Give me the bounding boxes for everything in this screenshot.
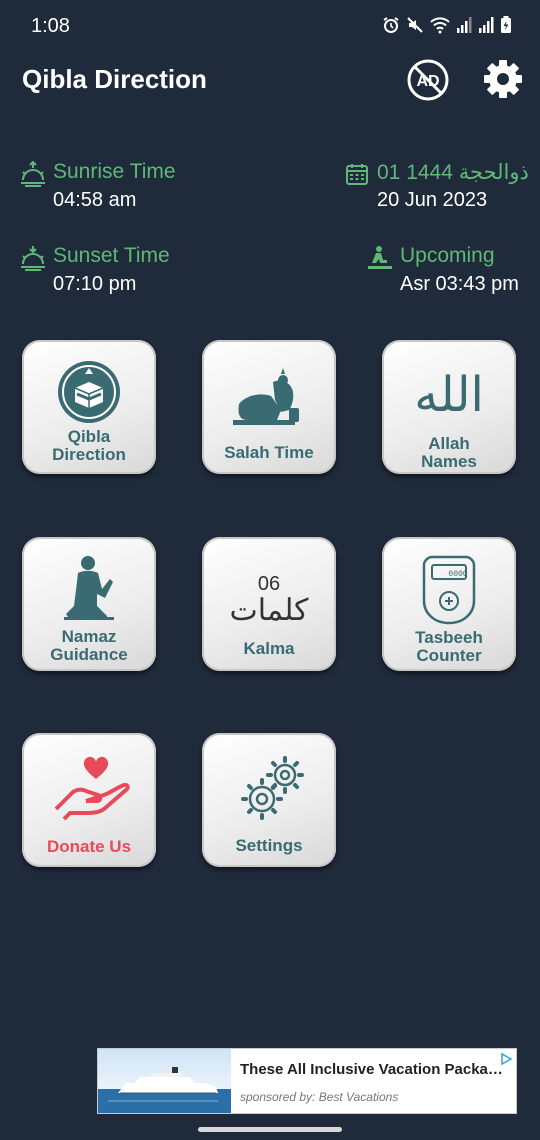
tasbeeh-counter-tile[interactable]: 0000 Tasbeeh Counter [382,537,516,671]
salah-time-label: Salah Time [224,443,314,462]
sunset-icon [21,246,45,271]
kaaba-icon [58,361,120,423]
alarm-icon [382,16,400,39]
prostration-icon [233,368,299,425]
settings-tile[interactable]: Settings [202,733,336,867]
sunrise-label: Sunrise Time [53,160,176,183]
ad-choices-icon[interactable] [499,1052,513,1066]
kalma-icon: کلمات [229,593,309,628]
upcoming-label: Upcoming [400,244,495,267]
donate-us-tile[interactable]: Donate Us [22,733,156,867]
tasbeeh-counter-icon: 0000 [422,555,476,625]
qibla-label-line2: Direction [52,445,126,464]
status-time: 1:08 [31,15,70,37]
home-indicator[interactable] [198,1127,342,1132]
allah-label-line2: Names [421,452,477,471]
tasbeeh-label-line1: Tasbeeh [415,628,483,647]
gear-icon [484,60,522,98]
hijri-date-label: 01 ذوالحجة 1444 [377,161,529,184]
page-title: Qibla Direction [22,64,207,94]
sunrise-icon [21,160,45,187]
cruise-ship-image [98,1049,231,1113]
settings-button[interactable] [482,58,524,100]
gregorian-date: 20 Jun 2023 [377,189,488,211]
gears-icon [241,756,304,820]
kalma-tile[interactable]: 06 کلمات Kalma [202,537,336,671]
qibla-direction-tile[interactable]: Qibla Direction [22,340,156,474]
settings-tile-label: Settings [235,836,303,855]
namaz-label-line1: Namaz [61,627,117,646]
ad-banner[interactable]: These All Inclusive Vacation Package... … [97,1048,517,1114]
sunrise-value: 04:58 am [53,189,137,211]
allah-calligraphy-icon: الله [414,367,484,423]
qibla-label-line1: Qibla [67,427,111,446]
signal-icon [456,16,472,39]
kalma-label: Kalma [243,639,295,658]
prayer-mat-icon [368,246,392,269]
calendar-icon [346,164,368,185]
wifi-icon [430,16,450,39]
donate-us-label: Donate Us [46,837,132,856]
ad-sponsor: sponsored by: Best Vacations [240,1090,399,1104]
no-ads-icon: AD [407,59,449,101]
sunset-label: Sunset Time [53,244,170,267]
tasbeeh-label-line2: Counter [416,646,482,665]
namaz-guidance-tile[interactable]: Namaz Guidance [22,537,156,671]
donate-heart-hand-icon [54,756,130,821]
status-icons [382,16,512,39]
battery-icon [500,16,512,39]
mute-icon [406,16,424,39]
praying-man-icon [64,556,114,620]
salah-time-tile[interactable]: Salah Time [202,340,336,474]
no-ads-button[interactable]: AD [406,58,450,102]
signal-icon-2 [478,16,494,39]
upcoming-prayer: Asr 03:43 pm [400,273,519,295]
status-bar: 1:08 [0,0,540,52]
allah-label-line1: Allah [428,434,470,453]
sunset-value: 07:10 pm [53,273,137,295]
tasbeeh-display: 0000 [448,570,467,579]
namaz-label-line2: Guidance [50,645,128,664]
allah-names-tile[interactable]: الله Allah Names [382,340,516,474]
ad-title[interactable]: These All Inclusive Vacation Package... [240,1061,508,1078]
